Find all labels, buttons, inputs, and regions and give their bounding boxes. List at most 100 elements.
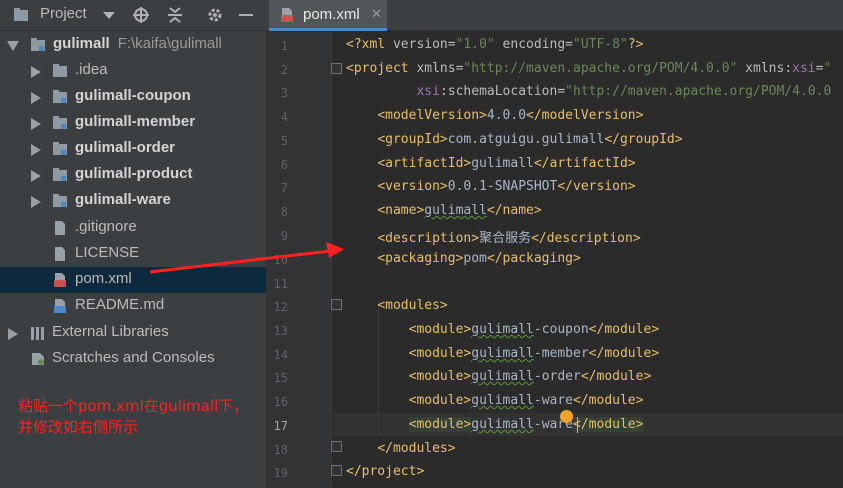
module-folder-icon <box>53 90 67 103</box>
annotation-line-2: 并修改如右侧所示 <box>18 418 139 436</box>
line-number: 8 <box>280 205 288 219</box>
minimize-icon[interactable] <box>237 6 255 24</box>
line-number: 10 <box>273 253 288 267</box>
collapse-all-icon[interactable] <box>166 6 184 24</box>
lightbulb-icon[interactable] <box>560 410 573 423</box>
module-folder-icon <box>53 142 67 155</box>
line-number: 6 <box>280 158 288 172</box>
fold-marker-icon[interactable] <box>331 63 342 74</box>
close-icon[interactable]: ✕ <box>371 7 382 22</box>
expand-arrow-icon[interactable] <box>7 41 19 51</box>
libraries-icon <box>31 327 44 340</box>
tree-item-gulimall-product[interactable]: gulimall-product <box>0 162 266 188</box>
tree-item-pom-xml[interactable]: pom.xml <box>0 267 266 293</box>
code-line-1: <?xml version="1.0" encoding="UTF-8"?> <box>346 37 644 52</box>
code-line-9: <description>聚合服务</description> <box>377 231 641 246</box>
module-folder-icon <box>53 168 67 181</box>
fold-marker-icon[interactable] <box>331 465 342 476</box>
gear-icon[interactable] <box>206 6 224 24</box>
fold-marker-icon[interactable] <box>331 299 342 310</box>
expand-arrow-icon[interactable] <box>31 196 41 208</box>
tree-item-gulimall-member[interactable]: gulimall-member <box>0 110 266 136</box>
xml-file-icon <box>281 8 293 22</box>
tree-item-gulimall-coupon[interactable]: gulimall-coupon <box>0 84 266 110</box>
project-header: Project <box>0 0 266 31</box>
expand-arrow-icon[interactable] <box>31 66 41 78</box>
line-number: 9 <box>280 229 288 243</box>
dropdown-caret-icon[interactable] <box>100 6 118 24</box>
line-number: 14 <box>273 348 288 362</box>
tree-item-scratches[interactable]: Scratches and Consoles <box>0 346 266 372</box>
tree-item-label: .gitignore <box>75 218 137 235</box>
line-number: 5 <box>280 134 288 148</box>
scratches-icon <box>32 353 44 365</box>
line-number: 4 <box>280 110 288 124</box>
line-number: 15 <box>273 371 288 385</box>
code-line-19: </project> <box>346 464 425 479</box>
line-number: 13 <box>273 324 288 338</box>
project-path: F:\kaifa\gulimall <box>117 35 222 52</box>
tree-item-label: LICENSE <box>75 244 140 261</box>
tree-item-readme[interactable]: README.md <box>0 293 266 319</box>
line-number: 19 <box>273 466 288 480</box>
indent-guide <box>378 300 379 436</box>
code-line-17: <module>gulimall-ware</module> <box>408 417 644 432</box>
tree-item-label: gulimall-order <box>75 139 176 156</box>
tree-item-idea[interactable]: .idea <box>0 58 266 84</box>
code-line-14: <module>gulimall-member</module> <box>408 346 660 361</box>
file-icon <box>55 221 65 235</box>
annotation-note: 粘贴一个pom.xml在gulimall下， 并修改如右侧所示 <box>18 396 288 438</box>
code-line-5: <groupId>com.atguigu.gulimall</groupId> <box>377 132 683 147</box>
annotation-line-1: 粘贴一个pom.xml在gulimall下， <box>18 397 249 415</box>
code-line-8: <name>gulimall</name> <box>377 203 542 218</box>
crosshair-icon[interactable] <box>132 6 150 24</box>
fold-marker-icon[interactable] <box>331 441 342 452</box>
line-number: 7 <box>280 181 288 195</box>
line-number: 3 <box>280 86 288 100</box>
expand-arrow-icon[interactable] <box>8 328 18 340</box>
line-number: 1 <box>280 39 288 53</box>
tab-label: pom.xml <box>303 6 360 23</box>
tree-item-label: gulimall-product <box>75 165 193 182</box>
file-icon <box>55 247 65 261</box>
line-number: 2 <box>280 63 288 77</box>
code-line-10: <packaging>pom</packaging> <box>377 251 581 266</box>
tree-item-gulimall-order[interactable]: gulimall-order <box>0 136 266 162</box>
code-line-4: <modelVersion>4.0.0</modelVersion> <box>377 108 644 123</box>
folder-icon <box>53 64 67 77</box>
tree-item-label: External Libraries <box>52 323 169 340</box>
expand-arrow-icon[interactable] <box>31 170 41 182</box>
code-line-15: <module>gulimall-order</module> <box>408 369 652 384</box>
tree-item-label: Scratches and Consoles <box>52 349 215 366</box>
tree-item-label: gulimall <box>53 35 110 52</box>
tree-item-gulimall-ware[interactable]: gulimall-ware <box>0 188 266 214</box>
tree-item-license[interactable]: LICENSE <box>0 241 266 267</box>
project-icon <box>14 8 28 21</box>
module-folder-icon <box>31 38 45 51</box>
code-line-7: <version>0.0.1-SNAPSHOT</version> <box>377 179 636 194</box>
code-line-2: <project xmlns="http://maven.apache.org/… <box>346 61 832 76</box>
expand-arrow-icon[interactable] <box>31 118 41 130</box>
expand-arrow-icon[interactable] <box>31 144 41 156</box>
line-number: 11 <box>273 277 288 291</box>
tree-item-label: pom.xml <box>75 270 132 287</box>
code-line-12: <modules> <box>377 298 448 313</box>
code-line-6: <artifactId>gulimall</artifactId> <box>377 156 636 171</box>
code-line-16: <module>gulimall-ware</module> <box>408 393 644 408</box>
tree-item-external-libraries[interactable]: External Libraries <box>0 320 266 346</box>
markdown-file-icon <box>54 299 66 313</box>
tree-item-gulimall[interactable]: gulimall F:\kaifa\gulimall <box>0 32 266 58</box>
expand-arrow-icon[interactable] <box>31 92 41 104</box>
project-title[interactable]: Project <box>40 5 87 22</box>
text-caret <box>577 417 578 433</box>
tree-item-label: gulimall-coupon <box>75 87 191 104</box>
tree-item-gitignore[interactable]: .gitignore <box>0 215 266 241</box>
xml-file-icon <box>54 273 66 287</box>
tab-pom-xml[interactable]: pom.xml ✕ <box>269 0 387 31</box>
code-line-13: <module>gulimall-coupon</module> <box>408 322 660 337</box>
line-number: 18 <box>273 443 288 457</box>
line-number: 12 <box>273 300 288 314</box>
code-line-18: </modules> <box>377 441 456 456</box>
tree-item-label: gulimall-member <box>75 113 196 130</box>
module-folder-icon <box>53 116 67 129</box>
